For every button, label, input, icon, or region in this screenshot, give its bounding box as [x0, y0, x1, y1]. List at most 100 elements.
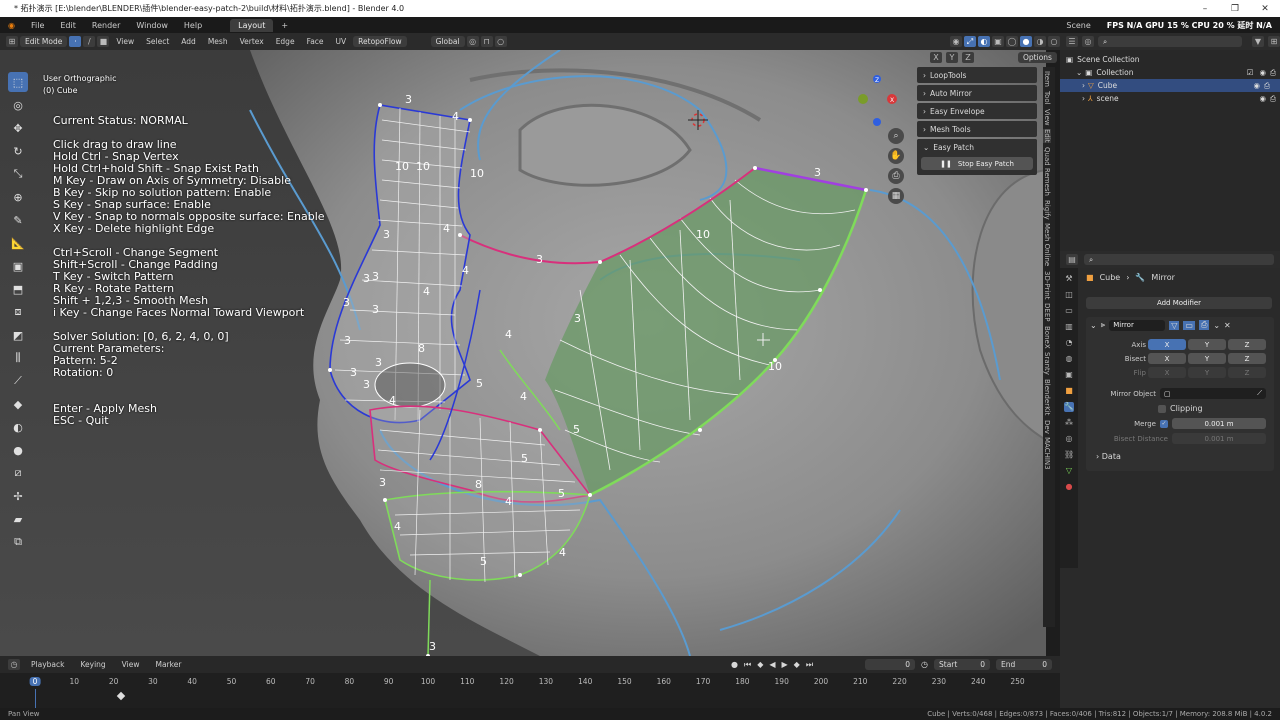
flip-z-toggle[interactable]: Z	[1228, 367, 1266, 378]
prev-keyframe-icon[interactable]: ◆	[757, 660, 763, 669]
workspace-tab-layout[interactable]: Layout	[230, 18, 274, 32]
vtab-deep[interactable]: DEEP	[1043, 303, 1051, 321]
measure-icon[interactable]: 📐	[8, 233, 28, 253]
knife-icon[interactable]: ⟋	[8, 371, 28, 391]
transform-icon[interactable]: ⊕	[8, 187, 28, 207]
shrink-fatten-icon[interactable]: ✢	[8, 486, 28, 506]
menu-timeline-view[interactable]: View	[117, 659, 145, 670]
vtab-machin3[interactable]: MACHIN3	[1043, 437, 1051, 470]
camera-icon[interactable]: ⎙	[1270, 68, 1276, 78]
expand-arrow-icon[interactable]: ›	[1082, 81, 1085, 90]
transform-orientation[interactable]: Global	[430, 36, 465, 47]
properties-search-input[interactable]: ⌕	[1084, 254, 1274, 265]
tool-tab-icon[interactable]: ⚒	[1064, 274, 1074, 284]
blender-logo-icon[interactable]: ◉	[0, 21, 23, 30]
annotate-icon[interactable]: ✎	[8, 210, 28, 230]
menu-render[interactable]: Render	[84, 21, 128, 30]
face-select-icon[interactable]: ■	[97, 36, 110, 47]
constraints-tab-icon[interactable]: ⛓	[1064, 450, 1074, 460]
menu-edit[interactable]: Edit	[52, 21, 84, 30]
axis-y-toggle[interactable]: Y	[1188, 339, 1226, 350]
remove-modifier-icon[interactable]: ✕	[1224, 321, 1231, 330]
editor-type-icon[interactable]: ⊞	[6, 36, 18, 47]
bisect-y-toggle[interactable]: Y	[1188, 353, 1226, 364]
panel-mesh-tools[interactable]: › Mesh Tools	[917, 121, 1037, 137]
gizmo-y-axis[interactable]	[858, 94, 868, 104]
vtab-edit[interactable]: Edit	[1043, 129, 1051, 143]
expand-arrow-icon[interactable]: ›	[1082, 94, 1085, 103]
scene-tab-icon[interactable]: ◔	[1064, 338, 1074, 348]
edge-slide-icon[interactable]: ⧄	[8, 463, 28, 483]
view-layer-tab-icon[interactable]: ▥	[1064, 322, 1074, 332]
loop-cut-icon[interactable]: ⫼	[8, 348, 28, 368]
panel-auto-mirror[interactable]: › Auto Mirror	[917, 85, 1037, 101]
axis-z-toggle[interactable]: Z	[1228, 339, 1266, 350]
move-icon[interactable]: ✥	[8, 118, 28, 138]
expand-arrow-icon[interactable]: ⌄	[1076, 68, 1082, 77]
menu-select[interactable]: Select	[141, 36, 174, 47]
edge-select-icon[interactable]: /	[83, 36, 96, 47]
solid-shading-icon[interactable]: ●	[1020, 36, 1032, 47]
physics-tab-icon[interactable]: ◎	[1064, 434, 1074, 444]
menu-playback[interactable]: Playback	[26, 659, 69, 670]
zoom-icon[interactable]: ⌕	[888, 128, 904, 144]
camera-icon[interactable]: ⎙	[1264, 81, 1270, 91]
jump-start-icon[interactable]: ⏮	[744, 660, 751, 670]
panel-looptools[interactable]: › LoopTools	[917, 67, 1037, 83]
scene-selector[interactable]: Scene	[1058, 21, 1098, 30]
modifier-name-field[interactable]: Mirror	[1109, 319, 1166, 331]
start-frame-field[interactable]: Start 0	[934, 659, 990, 670]
modifier-tab-icon[interactable]: 🔧	[1064, 402, 1074, 412]
eye-icon[interactable]: ◉	[1259, 68, 1266, 77]
rendered-shading-icon[interactable]: ○	[1048, 36, 1060, 47]
playhead-line[interactable]	[35, 689, 36, 708]
outliner-row-collection[interactable]: ⌄ ▣ Collection ☑ ◉ ⎙	[1066, 66, 1280, 79]
merge-distance-field[interactable]: 0.001 m	[1172, 418, 1266, 429]
edit-mode-toggle-icon[interactable]: ▽	[1169, 320, 1180, 330]
add-modifier-button[interactable]: Add Modifier	[1086, 297, 1272, 309]
world-tab-icon[interactable]: ◍	[1064, 354, 1074, 364]
menu-add[interactable]: Add	[176, 36, 201, 47]
data-subpanel[interactable]: › Data	[1086, 444, 1274, 461]
collection-tab-icon[interactable]: ▣	[1064, 370, 1074, 380]
inset-icon[interactable]: ⧈	[8, 302, 28, 322]
gizmo-icon[interactable]: ⤢	[964, 36, 976, 47]
current-frame-field[interactable]: 0	[865, 659, 916, 670]
collapse-arrow-icon[interactable]: ⌄	[1090, 321, 1097, 330]
snap-icon[interactable]: ⊓	[480, 36, 493, 47]
clock-icon[interactable]: ◷	[921, 660, 928, 669]
vtab-view[interactable]: View	[1043, 109, 1051, 126]
vtab-quad-remesh[interactable]: Quad Remesh	[1043, 147, 1051, 196]
frame-ruler[interactable]: 0 10 20 30 40 50 60 70 80 90 100 110 120 130 140 150 160…	[0, 673, 1060, 708]
object-tab-icon[interactable]: ■	[1064, 386, 1074, 396]
menu-keying[interactable]: Keying	[75, 659, 110, 670]
menu-view[interactable]: View	[111, 36, 139, 47]
axis-y-toggle[interactable]: Y	[946, 52, 958, 63]
add-workspace-button[interactable]: +	[273, 21, 296, 30]
next-keyframe-icon[interactable]: ◆	[794, 660, 800, 669]
menu-help[interactable]: Help	[176, 21, 210, 30]
material-shading-icon[interactable]: ◑	[1034, 36, 1046, 47]
xray-icon[interactable]: ▣	[992, 36, 1004, 47]
poly-build-icon[interactable]: ◆	[8, 394, 28, 414]
gizmo-neg-z-axis[interactable]	[873, 118, 881, 126]
add-cube-icon[interactable]: ▣	[8, 256, 28, 276]
vtab-rigify[interactable]: Rigify	[1043, 200, 1051, 220]
menu-file[interactable]: File	[23, 21, 52, 30]
material-tab-icon[interactable]: ●	[1064, 482, 1074, 492]
dropdown-icon[interactable]: ⌄	[1213, 321, 1220, 330]
data-tab-icon[interactable]: ▽	[1064, 466, 1074, 476]
bevel-icon[interactable]: ◩	[8, 325, 28, 345]
axis-x-toggle[interactable]: X	[930, 52, 942, 63]
merge-checkbox[interactable]: ✓	[1160, 419, 1168, 428]
vtab-mesh-online[interactable]: Mesh Online	[1043, 223, 1051, 266]
ortho-grid-icon[interactable]: ▦	[888, 188, 904, 204]
menu-window[interactable]: Window	[128, 21, 176, 30]
eye-icon[interactable]: ◉	[1259, 94, 1266, 103]
outliner-editor-icon[interactable]: ☰	[1066, 36, 1078, 47]
vtab-3d-print[interactable]: 3D-Print	[1043, 271, 1051, 299]
spin-icon[interactable]: ◐	[8, 417, 28, 437]
filter-icon[interactable]: ▼	[1252, 36, 1264, 47]
particles-tab-icon[interactable]: ⁂	[1064, 418, 1074, 428]
rotate-icon[interactable]: ↻	[8, 141, 28, 161]
